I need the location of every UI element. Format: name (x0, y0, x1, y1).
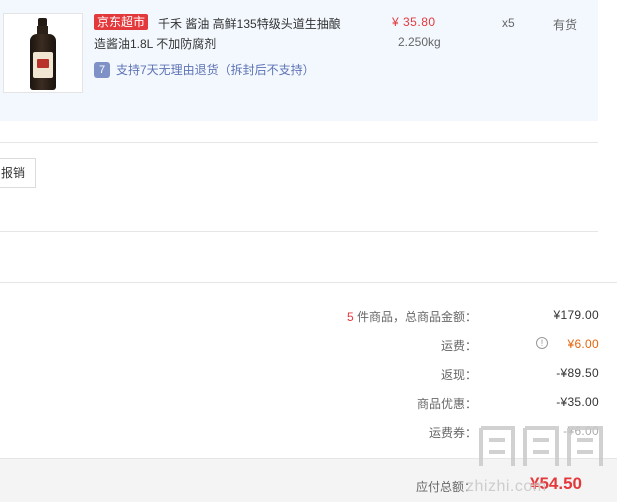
product-price: ¥ 35.80 (392, 15, 436, 29)
product-quantity: x5 (502, 16, 515, 30)
reimburse-button[interactable]: 报销 (0, 158, 36, 188)
cashback-value: -¥89.50 (556, 366, 599, 380)
item-count-label: 件商品，总商品金额： (356, 310, 477, 324)
jd-supermarket-badge: 京东超市 (94, 14, 149, 30)
return-policy-text: 支持7天无理由退货（拆封后不支持） (116, 63, 315, 77)
divider (0, 231, 598, 232)
coupon-label: 运费券： (428, 426, 477, 440)
goods-total-value: ¥179.00 (553, 308, 599, 322)
watermark-logo (479, 426, 603, 466)
divider (0, 282, 617, 283)
cashback-label: 返现： (440, 368, 477, 382)
item-count: 5 (346, 310, 354, 324)
divider (0, 142, 598, 143)
watermark-text: zhizhi.com (466, 478, 547, 495)
item-count-row-label: 5 件商品，总商品金额： (347, 308, 477, 325)
product-thumbnail[interactable] (3, 13, 83, 93)
shipping-value: ¥6.00 (567, 337, 599, 351)
discount-label: 商品优惠： (416, 397, 477, 411)
return-policy-icon: 7 (94, 62, 110, 78)
bottle-label-mark (37, 59, 49, 68)
shipping-label: 运费： (440, 339, 477, 353)
product-weight: 2.250kg (398, 35, 441, 49)
info-icon[interactable]: ! (536, 337, 548, 349)
stock-status: 有货 (553, 18, 578, 32)
discount-value: -¥35.00 (556, 395, 599, 409)
